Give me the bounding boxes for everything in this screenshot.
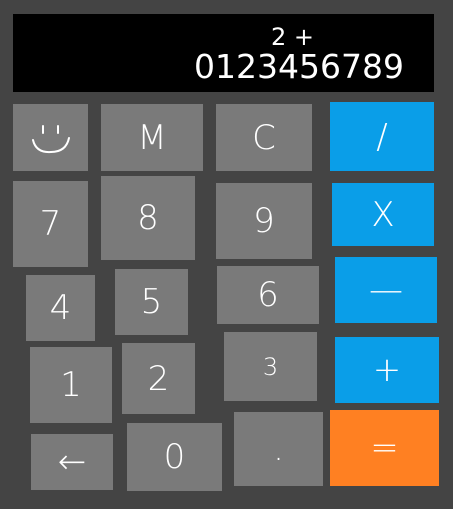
plus-button[interactable]: +	[335, 337, 439, 403]
clear-label: C	[252, 117, 276, 158]
five-label: 5	[140, 282, 163, 322]
memory-label: M	[137, 117, 167, 158]
nine-label: 9	[253, 201, 275, 241]
zero-label: 0	[163, 437, 186, 477]
backspace-label: ←	[57, 442, 87, 482]
four-label: 4	[49, 288, 72, 328]
six-label: 6	[257, 275, 279, 315]
eight-label: 8	[137, 198, 159, 238]
one-button[interactable]: 1	[30, 347, 112, 423]
four-button[interactable]: 4	[26, 275, 95, 341]
minus-label: —	[369, 270, 403, 310]
display: 2 + 0123456789	[13, 14, 434, 92]
equals-button[interactable]: =	[330, 410, 439, 486]
seven-label: 7	[39, 204, 62, 244]
zero-button[interactable]: 0	[127, 423, 222, 491]
eight-button[interactable]: 8	[101, 176, 195, 260]
two-label: 2	[147, 358, 170, 399]
plus-label: +	[372, 350, 402, 390]
divide-button[interactable]: /	[330, 102, 434, 171]
display-value: 0123456789	[194, 47, 404, 86]
two-button[interactable]: 2	[122, 343, 195, 414]
five-button[interactable]: 5	[115, 269, 188, 335]
nine-button[interactable]: 9	[216, 183, 312, 259]
decimal-point-button[interactable]: .	[234, 412, 323, 486]
minus-button[interactable]: —	[335, 257, 437, 323]
memory-expression: 2 +	[271, 23, 315, 51]
smile-icon	[31, 124, 70, 153]
six-button[interactable]: 6	[217, 266, 319, 324]
smile-button[interactable]	[13, 104, 88, 171]
three-label: 3	[262, 352, 279, 381]
decimal-point-label: .	[273, 429, 284, 469]
clear-button[interactable]: C	[216, 104, 312, 171]
seven-button[interactable]: 7	[13, 181, 88, 267]
memory-button[interactable]: M	[101, 104, 203, 171]
multiply-label: X	[371, 194, 395, 235]
equals-label: =	[370, 428, 399, 468]
one-label: 1	[60, 365, 82, 405]
multiply-button[interactable]: X	[332, 183, 434, 246]
backspace-button[interactable]: ←	[31, 434, 113, 490]
three-button[interactable]: 3	[224, 332, 317, 401]
divide-label: /	[376, 116, 388, 157]
